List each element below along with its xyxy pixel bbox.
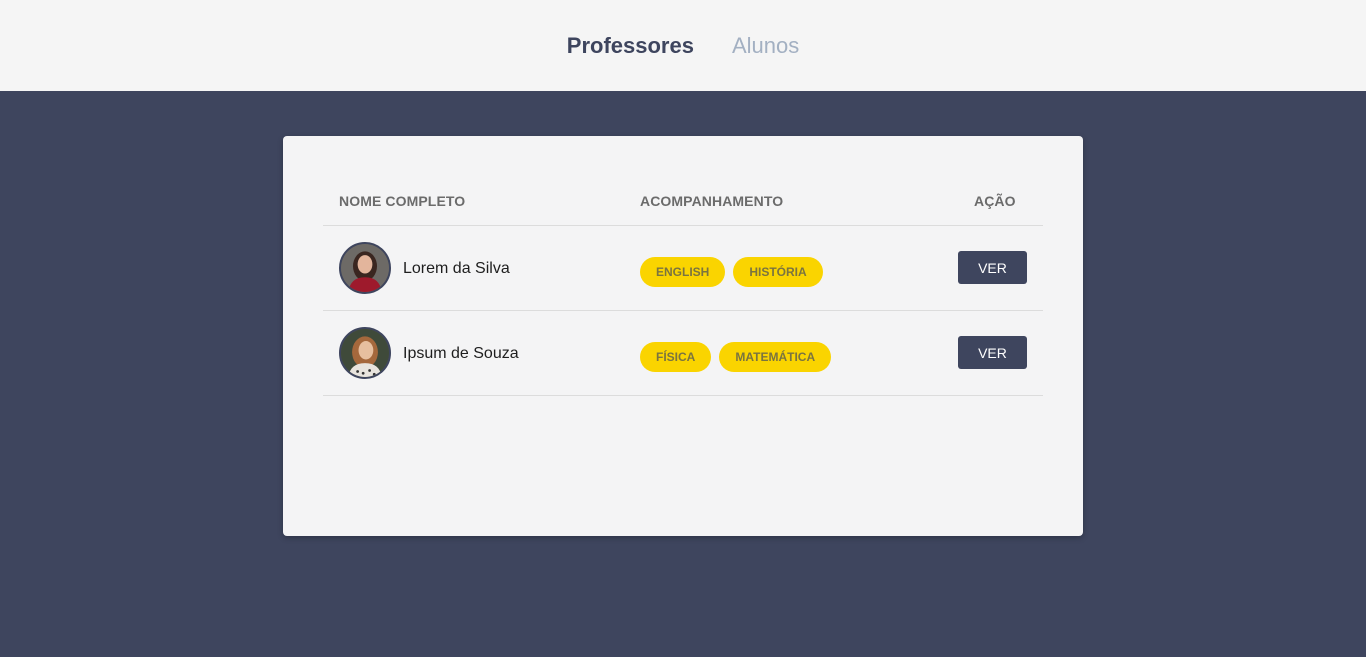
top-nav: Professores Alunos: [0, 0, 1366, 91]
tag-list: ENGLISH HISTÓRIA: [640, 257, 823, 287]
view-button[interactable]: VER: [958, 251, 1027, 284]
table-row: Lorem da Silva ENGLISH HISTÓRIA VER: [323, 226, 1043, 311]
avatar-photo-icon: [341, 244, 389, 292]
tag-list: FÍSICA MATEMÁTICA: [640, 342, 832, 372]
view-button[interactable]: VER: [958, 336, 1027, 369]
avatar-photo-icon: [341, 329, 389, 377]
avatar: [339, 242, 391, 294]
header-name: NOME COMPLETO: [339, 193, 466, 209]
table-row: Ipsum de Souza FÍSICA MATEMÁTICA VER: [323, 311, 1043, 396]
tab-alunos[interactable]: Alunos: [732, 33, 799, 59]
teachers-card: NOME COMPLETO ACOMPANHAMENTO AÇÃO Lorem …: [283, 136, 1083, 536]
header-action: AÇÃO: [974, 193, 1016, 209]
avatar: [339, 327, 391, 379]
teachers-table: NOME COMPLETO ACOMPANHAMENTO AÇÃO Lorem …: [323, 180, 1043, 396]
tag-badge: MATEMÁTICA: [719, 342, 832, 372]
tag-badge: HISTÓRIA: [733, 257, 823, 287]
tab-professores[interactable]: Professores: [567, 33, 694, 59]
person-name: Lorem da Silva: [403, 260, 510, 277]
header-track: ACOMPANHAMENTO: [640, 193, 784, 209]
person-name: Ipsum de Souza: [403, 345, 519, 362]
tag-badge: ENGLISH: [640, 257, 726, 287]
tag-badge: FÍSICA: [640, 342, 712, 372]
table-header: NOME COMPLETO ACOMPANHAMENTO AÇÃO: [323, 180, 1043, 226]
